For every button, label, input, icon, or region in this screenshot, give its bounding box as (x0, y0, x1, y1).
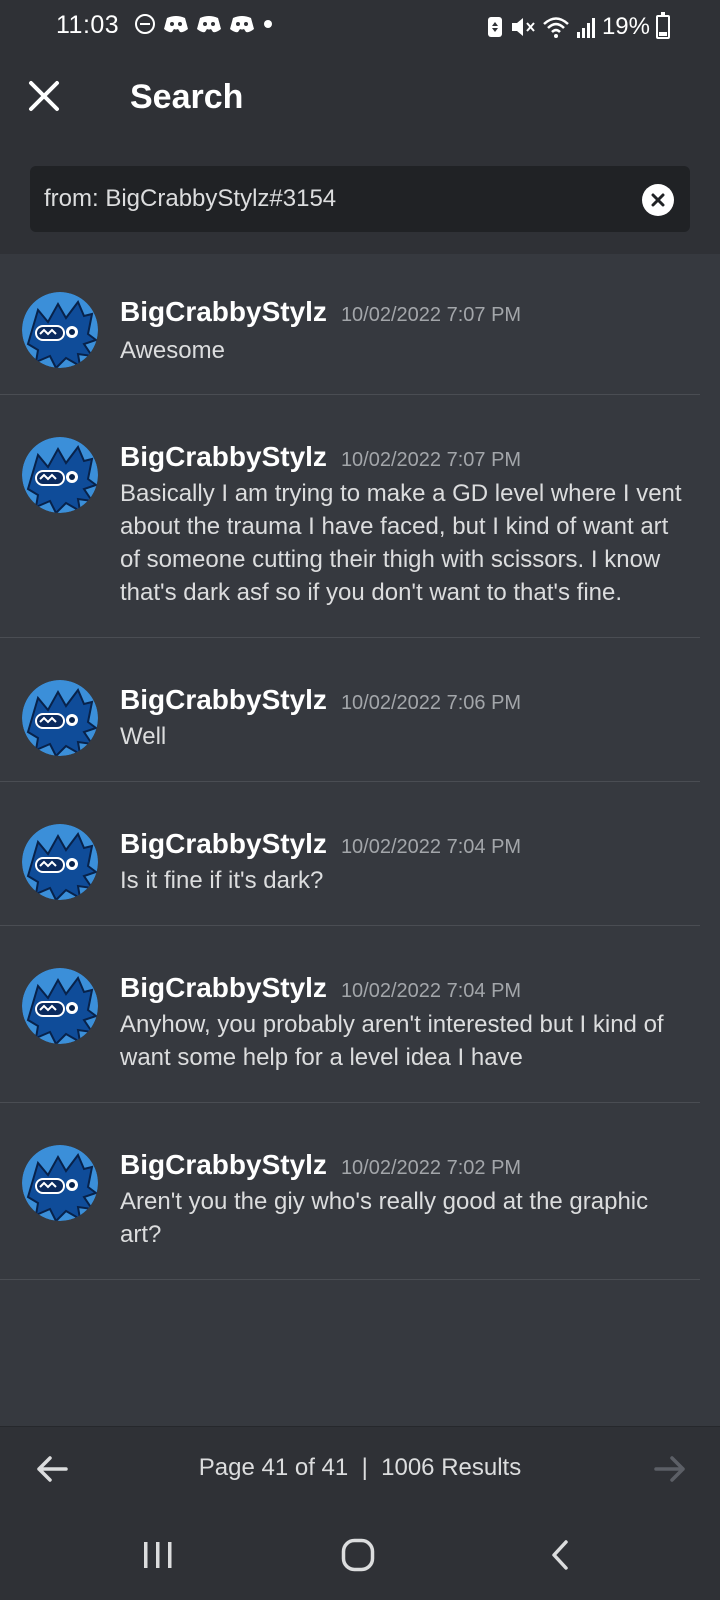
timestamp: 10/02/2022 7:06 PM (340, 692, 522, 714)
message-text: Anyhow, you probably aren't interested b… (120, 1011, 664, 1071)
recent-apps-button[interactable] (128, 1528, 188, 1582)
timestamp: 10/02/2022 7:07 PM (340, 304, 522, 326)
next-page-button[interactable] (648, 1447, 692, 1491)
back-icon (552, 1540, 568, 1570)
avatar[interactable] (22, 968, 98, 1044)
message-text: Well (120, 723, 167, 750)
avatar-image (22, 437, 98, 513)
timestamp: 10/02/2022 7:02 PM (340, 1157, 522, 1179)
avatar[interactable] (22, 292, 98, 368)
search-result[interactable]: BigCrabbyStylz 10/02/2022 7:07 PM Awesom… (0, 254, 700, 395)
arrow-right-icon (654, 1456, 685, 1482)
username[interactable]: BigCrabbyStylz (120, 972, 327, 1004)
mute-icon (511, 18, 535, 36)
message-text: Is it fine if it's dark? (120, 867, 324, 894)
message-header: BigCrabbyStylz 10/02/2022 7:07 PM (120, 441, 521, 473)
search-result[interactable]: BigCrabbyStylz 10/02/2022 7:02 PM Aren't… (0, 1103, 700, 1280)
status-bar: 11:03 19% (0, 0, 720, 52)
search-result[interactable]: BigCrabbyStylz 10/02/2022 7:04 PM Anyhow… (0, 926, 700, 1103)
message-header: BigCrabbyStylz 10/02/2022 7:04 PM (120, 828, 521, 860)
pagination-footer: Page 41 of 41 | 1006 Results (0, 1426, 720, 1510)
discord-notification-icon (230, 16, 254, 33)
page-title: Search (130, 78, 244, 116)
close-button[interactable] (22, 74, 66, 118)
search-box (30, 166, 690, 232)
timestamp: 10/02/2022 7:04 PM (340, 980, 522, 1002)
avatar[interactable] (22, 437, 98, 513)
username[interactable]: BigCrabbyStylz (120, 684, 327, 716)
clear-icon (651, 193, 665, 207)
message-header: BigCrabbyStylz 10/02/2022 7:02 PM (120, 1149, 521, 1181)
message-text: Awesome (120, 337, 225, 364)
system-navigation-bar (0, 1510, 720, 1600)
search-input[interactable] (44, 166, 604, 232)
avatar[interactable] (22, 680, 98, 756)
search-result[interactable]: BigCrabbyStylz 10/02/2022 7:07 PM Basica… (0, 395, 700, 638)
do-not-disturb-icon (135, 14, 155, 34)
system-icons: 19% (486, 12, 670, 41)
battery-percentage: 19% (601, 13, 650, 40)
search-bar (0, 144, 720, 254)
username[interactable]: BigCrabbyStylz (120, 441, 327, 473)
home-button[interactable] (328, 1528, 388, 1582)
wifi-icon (543, 17, 569, 38)
signal-icon (576, 18, 595, 38)
search-results-list: BigCrabbyStylz 10/02/2022 7:07 PM Awesom… (0, 254, 720, 1426)
avatar-image (22, 968, 98, 1044)
status-time: 11:03 (56, 11, 120, 39)
notification-icons (134, 13, 274, 35)
avatar[interactable] (22, 824, 98, 900)
more-notifications-dot-icon (264, 20, 272, 28)
message-header: BigCrabbyStylz 10/02/2022 7:06 PM (120, 684, 521, 716)
pagination-info: Page 41 of 41 | 1006 Results (198, 1454, 522, 1481)
message-header: BigCrabbyStylz 10/02/2022 7:07 PM (120, 296, 521, 328)
timestamp: 10/02/2022 7:04 PM (340, 836, 522, 858)
avatar[interactable] (22, 1145, 98, 1221)
username[interactable]: BigCrabbyStylz (120, 828, 327, 860)
message-text: Basically I am trying to make a GD level… (120, 480, 682, 606)
message-text: Aren't you the giy who's really good at … (120, 1188, 649, 1248)
back-button[interactable] (530, 1528, 590, 1582)
home-icon (341, 1538, 375, 1572)
close-icon (29, 81, 59, 111)
search-result[interactable]: BigCrabbyStylz 10/02/2022 7:04 PM Is it … (0, 782, 700, 926)
battery-icon (656, 12, 670, 39)
timestamp: 10/02/2022 7:07 PM (340, 449, 522, 471)
recent-apps-icon (144, 1542, 172, 1568)
avatar-image (22, 824, 98, 900)
data-saver-icon (487, 17, 502, 37)
search-result[interactable]: BigCrabbyStylz 10/02/2022 7:06 PM Well (0, 638, 700, 782)
discord-notification-icon (197, 16, 221, 33)
message-header: BigCrabbyStylz 10/02/2022 7:04 PM (120, 972, 521, 1004)
username[interactable]: BigCrabbyStylz (120, 1149, 327, 1181)
avatar-image (22, 292, 98, 368)
username[interactable]: BigCrabbyStylz (120, 296, 327, 328)
avatar-image (22, 680, 98, 756)
header: Search (0, 52, 720, 144)
clear-search-button[interactable] (642, 184, 674, 216)
avatar-image (22, 1145, 98, 1221)
discord-notification-icon (164, 16, 188, 33)
